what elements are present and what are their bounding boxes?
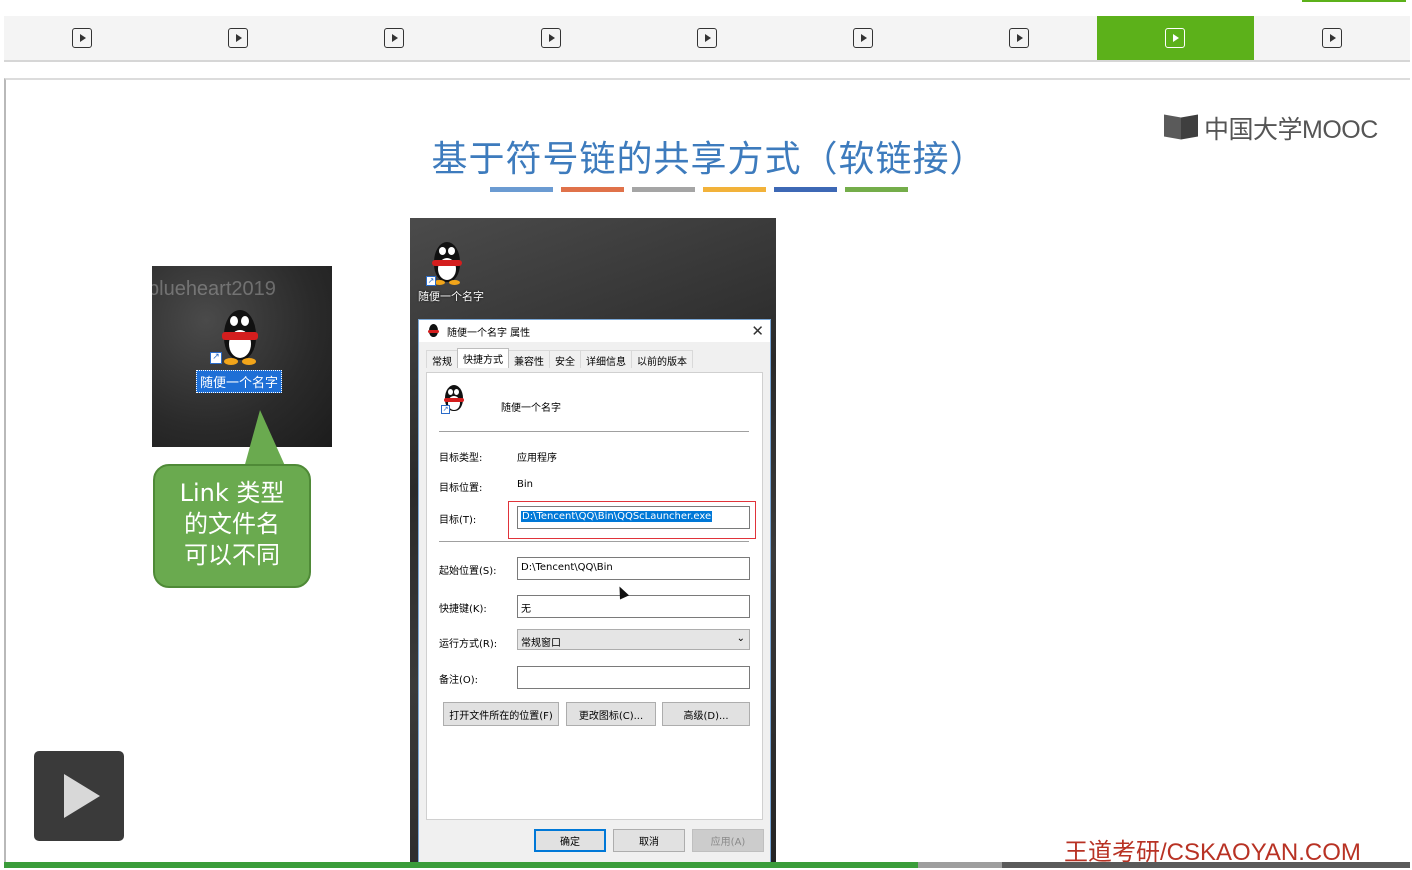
divider (439, 541, 749, 542)
segment-tab-1[interactable] (4, 16, 160, 60)
shortcut-arrow-icon: ↗ (441, 405, 450, 414)
desktop-qq-penguin-icon[interactable]: ↗ (426, 240, 468, 286)
dialog-tab[interactable]: 安全 (549, 350, 581, 368)
segment-tab-7[interactable] (941, 16, 1097, 60)
title-bar-6 (845, 187, 908, 192)
divider (439, 431, 749, 432)
thumbnail-watermark: blueheart2019 (152, 278, 276, 300)
open-location-button[interactable]: 打开文件所在的位置(F) (443, 702, 559, 726)
desktop-screenshot: ↗ 随便一个名字 随便一个名字 属性 ✕ 常规 快捷方式 兼容性 安全 详细信息 以前的版… (410, 218, 776, 864)
segment-tab-6[interactable] (785, 16, 941, 60)
shortcut-name: 随便一个名字 (501, 403, 561, 414)
target-type-label: 目标类型: (439, 453, 483, 464)
callout-bubble: Link 类型 的文件名 可以不同 (153, 464, 311, 588)
shortcut-penguin-icon: ↗ (441, 385, 467, 415)
properties-dialog: 随便一个名字 属性 ✕ 常规 快捷方式 兼容性 安全 详细信息 以前的版本 ↗ 随便一个名… (418, 319, 771, 864)
segment-tab-4[interactable] (473, 16, 629, 60)
ok-button[interactable]: 确定 (534, 829, 606, 852)
callout-tail (244, 410, 286, 468)
callout-line-1: Link 类型 (179, 479, 285, 507)
shortcut-tab-panel: ↗ 随便一个名字 目标类型: 应用程序 目标位置: Bin 目标(T): D:\… (426, 372, 763, 820)
title-underline-bars (490, 187, 908, 192)
slide-canvas: 中国大学MOOC 基于符号链的共享方式（软链接） blueheart2019 ↗… (4, 78, 1410, 864)
play-box-icon (228, 28, 249, 48)
slide-title: 基于符号链的共享方式（软链接） (431, 139, 987, 180)
shortcut-key-label: 快捷键(K): (439, 604, 487, 615)
qq-penguin-icon: ↗ (210, 308, 264, 366)
play-box-icon (1165, 28, 1186, 48)
target-label: 目标(T): (439, 515, 477, 526)
play-box-icon (1009, 28, 1030, 48)
cancel-button[interactable]: 取消 (613, 829, 685, 852)
play-box-icon (72, 28, 93, 48)
play-box-icon (853, 28, 874, 48)
shortcut-key-input[interactable]: 无 (517, 595, 750, 618)
dialog-tab[interactable]: 详细信息 (580, 350, 632, 368)
thumbnail-icon-label[interactable]: 随便一个名字 (196, 370, 283, 393)
target-location-value: Bin (517, 479, 533, 490)
segment-tab-9[interactable] (1254, 16, 1410, 60)
target-input[interactable]: D:\Tencent\QQ\Bin\QQScLauncher.exe (517, 506, 750, 529)
run-select-value: 常规窗口 (521, 638, 561, 649)
progress-played (4, 862, 918, 868)
shortcut-arrow-icon: ↗ (210, 352, 222, 364)
callout-line-2: 的文件名 (184, 510, 280, 538)
shortcut-arrow-icon: ↗ (426, 276, 436, 286)
video-progress-bar[interactable] (4, 862, 1410, 868)
run-select[interactable]: 常规窗口 ⌄ (517, 629, 750, 650)
play-box-icon (540, 28, 561, 48)
advanced-button[interactable]: 高级(D)... (662, 702, 750, 726)
comment-input[interactable] (517, 666, 750, 689)
title-bar-4 (703, 187, 766, 192)
segment-tab-5[interactable] (629, 16, 785, 60)
dialog-tab[interactable]: 以前的版本 (631, 350, 693, 368)
play-box-icon (696, 28, 717, 48)
dialog-title: 随便一个名字 属性 (447, 327, 531, 339)
title-bar-3 (632, 187, 695, 192)
segment-tab-3[interactable] (316, 16, 472, 60)
title-bar-2 (561, 187, 624, 192)
desktop-icon-label[interactable]: 随便一个名字 (418, 288, 484, 304)
start-in-label: 起始位置(S): (439, 566, 497, 577)
change-icon-button[interactable]: 更改图标(C)... (566, 702, 656, 726)
target-input-value: D:\Tencent\QQ\Bin\QQScLauncher.exe (521, 511, 713, 522)
play-box-icon (1321, 28, 1342, 48)
dialog-title-penguin-icon (427, 324, 439, 338)
chevron-down-icon: ⌄ (736, 633, 745, 644)
segment-tab-2[interactable] (160, 16, 316, 60)
start-in-input[interactable]: D:\Tencent\QQ\Bin (517, 557, 750, 580)
play-icon (64, 774, 100, 818)
dialog-tab[interactable]: 快捷方式 (457, 348, 509, 368)
segment-tab-8[interactable] (1097, 16, 1254, 60)
title-bar-1 (490, 187, 553, 192)
play-button[interactable] (34, 751, 124, 841)
dialog-tab[interactable]: 常规 (426, 350, 458, 368)
comment-label: 备注(O): (439, 675, 479, 686)
dialog-titlebar: 随便一个名字 属性 ✕ (419, 320, 770, 342)
title-bar-5 (774, 187, 837, 192)
dialog-tabs: 常规 快捷方式 兼容性 安全 详细信息 以前的版本 (419, 348, 770, 368)
segment-nav-bar (4, 16, 1410, 62)
dialog-tab[interactable]: 兼容性 (508, 350, 550, 368)
run-label: 运行方式(R): (439, 639, 498, 650)
target-location-label: 目标位置: (439, 483, 483, 494)
play-box-icon (384, 28, 405, 48)
top-accent-line (1302, 0, 1406, 2)
callout-line-3: 可以不同 (184, 541, 280, 569)
close-icon[interactable]: ✕ (751, 322, 764, 340)
thumbnail-desktop: blueheart2019 ↗ 随便一个名字 (152, 266, 332, 447)
apply-button[interactable]: 应用(A) (692, 829, 764, 852)
target-type-value: 应用程序 (517, 453, 557, 464)
